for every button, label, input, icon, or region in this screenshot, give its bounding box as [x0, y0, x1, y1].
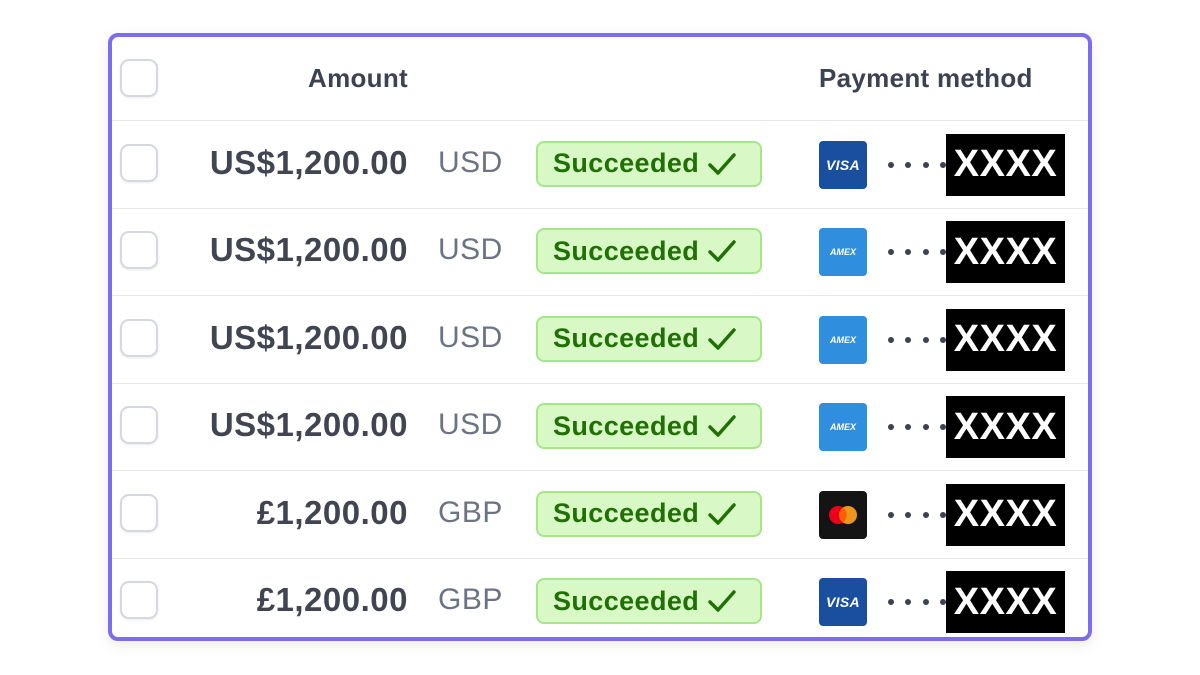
table-row[interactable]: £1,200.00 GBP Succeeded VISA XXXX — [112, 559, 1088, 638]
visa-card-icon: VISA — [819, 578, 867, 627]
card-last4-redacted: XXXX — [946, 571, 1065, 634]
currency-code: USD — [438, 233, 503, 267]
currency-code: GBP — [438, 583, 503, 617]
mask-dot — [922, 511, 929, 518]
mask-dot — [888, 249, 894, 256]
status-badge-label: Succeeded — [553, 323, 700, 354]
amount-value: £1,200.00 — [256, 493, 408, 531]
row-checkbox[interactable] — [120, 143, 158, 182]
row-checkbox[interactable] — [120, 231, 158, 270]
card-last4-redacted: XXXX — [946, 308, 1065, 371]
amex-logo-text: AMEX — [829, 422, 856, 433]
status-badge: Succeeded — [536, 228, 762, 275]
checkmark-icon — [708, 153, 736, 175]
table-row[interactable]: US$1,200.00 USD Succeeded AMEX XXXX — [112, 384, 1088, 471]
status-badge-label: Succeeded — [553, 498, 700, 529]
masked-card-dots — [888, 160, 946, 170]
card-last4-redacted: XXXX — [946, 483, 1065, 546]
mask-dot — [922, 424, 929, 431]
amount-value: US$1,200.00 — [209, 143, 408, 181]
mastercard-card-icon — [819, 490, 867, 539]
currency-code: USD — [438, 145, 503, 179]
mask-dot — [888, 161, 894, 168]
amex-card-icon: AMEX — [819, 315, 867, 364]
mask-dot — [888, 599, 894, 606]
status-badge-label: Succeeded — [553, 585, 700, 616]
mastercard-logo-icon — [829, 505, 857, 524]
amount-value: US$1,200.00 — [209, 318, 408, 356]
payments-table: Amount Payment method US$1,200.00 USD Succ… — [108, 33, 1092, 641]
checkmark-icon — [708, 590, 736, 612]
amount-value: £1,200.00 — [256, 581, 408, 619]
checkmark-icon — [708, 415, 736, 437]
amex-card-icon: AMEX — [819, 403, 867, 452]
masked-card-dots — [888, 510, 946, 520]
table-row[interactable]: US$1,200.00 USD Succeeded VISA XXXX — [112, 121, 1088, 209]
column-header-payment-method[interactable]: Payment method — [819, 63, 1033, 94]
row-checkbox[interactable] — [120, 318, 158, 357]
currency-code: USD — [438, 320, 503, 354]
mask-dot — [922, 336, 929, 343]
status-badge-label: Succeeded — [553, 410, 700, 441]
mask-dot — [905, 599, 912, 606]
card-last4-redacted: XXXX — [946, 133, 1065, 196]
mask-dot — [888, 336, 894, 343]
visa-card-icon: VISA — [819, 140, 867, 189]
checkmark-icon — [708, 240, 736, 262]
mask-dot — [905, 511, 912, 518]
amount-value: US$1,200.00 — [209, 231, 408, 269]
mask-dot — [922, 599, 929, 606]
masked-card-dots — [888, 422, 946, 432]
mask-dot — [905, 424, 912, 431]
mask-dot — [905, 336, 912, 343]
masked-card-dots — [888, 597, 946, 607]
currency-code: GBP — [438, 495, 503, 529]
visa-logo-text: VISA — [826, 156, 860, 173]
row-checkbox[interactable] — [120, 406, 158, 445]
status-badge: Succeeded — [536, 140, 762, 187]
mask-dot — [888, 424, 894, 431]
status-badge-label: Succeeded — [553, 148, 700, 179]
card-last4-redacted: XXXX — [946, 396, 1065, 459]
row-checkbox[interactable] — [120, 493, 158, 532]
table-row[interactable]: US$1,200.00 USD Succeeded AMEX XXXX — [112, 296, 1088, 384]
masked-card-dots — [888, 335, 946, 345]
table-row[interactable]: US$1,200.00 USD Succeeded AMEX XXXX — [112, 209, 1088, 296]
card-last4-redacted: XXXX — [946, 221, 1065, 284]
checkmark-icon — [708, 503, 736, 525]
select-all-checkbox[interactable] — [120, 59, 158, 97]
status-badge: Succeeded — [536, 578, 762, 625]
checkmark-icon — [708, 328, 736, 350]
currency-code: USD — [438, 408, 503, 442]
amount-value: US$1,200.00 — [209, 406, 408, 444]
mask-dot — [922, 161, 929, 168]
mask-dot — [888, 511, 894, 518]
column-header-amount[interactable]: Amount — [308, 63, 408, 94]
amex-logo-text: AMEX — [829, 247, 856, 258]
status-badge: Succeeded — [536, 403, 762, 450]
status-badge: Succeeded — [536, 315, 762, 362]
visa-logo-text: VISA — [826, 594, 860, 611]
status-badge: Succeeded — [536, 490, 762, 537]
table-header-row: Amount Payment method — [112, 37, 1088, 121]
mask-dot — [905, 161, 912, 168]
amex-logo-text: AMEX — [829, 334, 856, 345]
table-row[interactable]: £1,200.00 GBP Succeeded XXXX — [112, 471, 1088, 559]
masked-card-dots — [888, 247, 946, 257]
row-checkbox[interactable] — [120, 581, 158, 620]
mask-dot — [905, 249, 912, 256]
mask-dot — [922, 249, 929, 256]
status-badge-label: Succeeded — [553, 235, 700, 266]
amex-card-icon: AMEX — [819, 228, 867, 277]
